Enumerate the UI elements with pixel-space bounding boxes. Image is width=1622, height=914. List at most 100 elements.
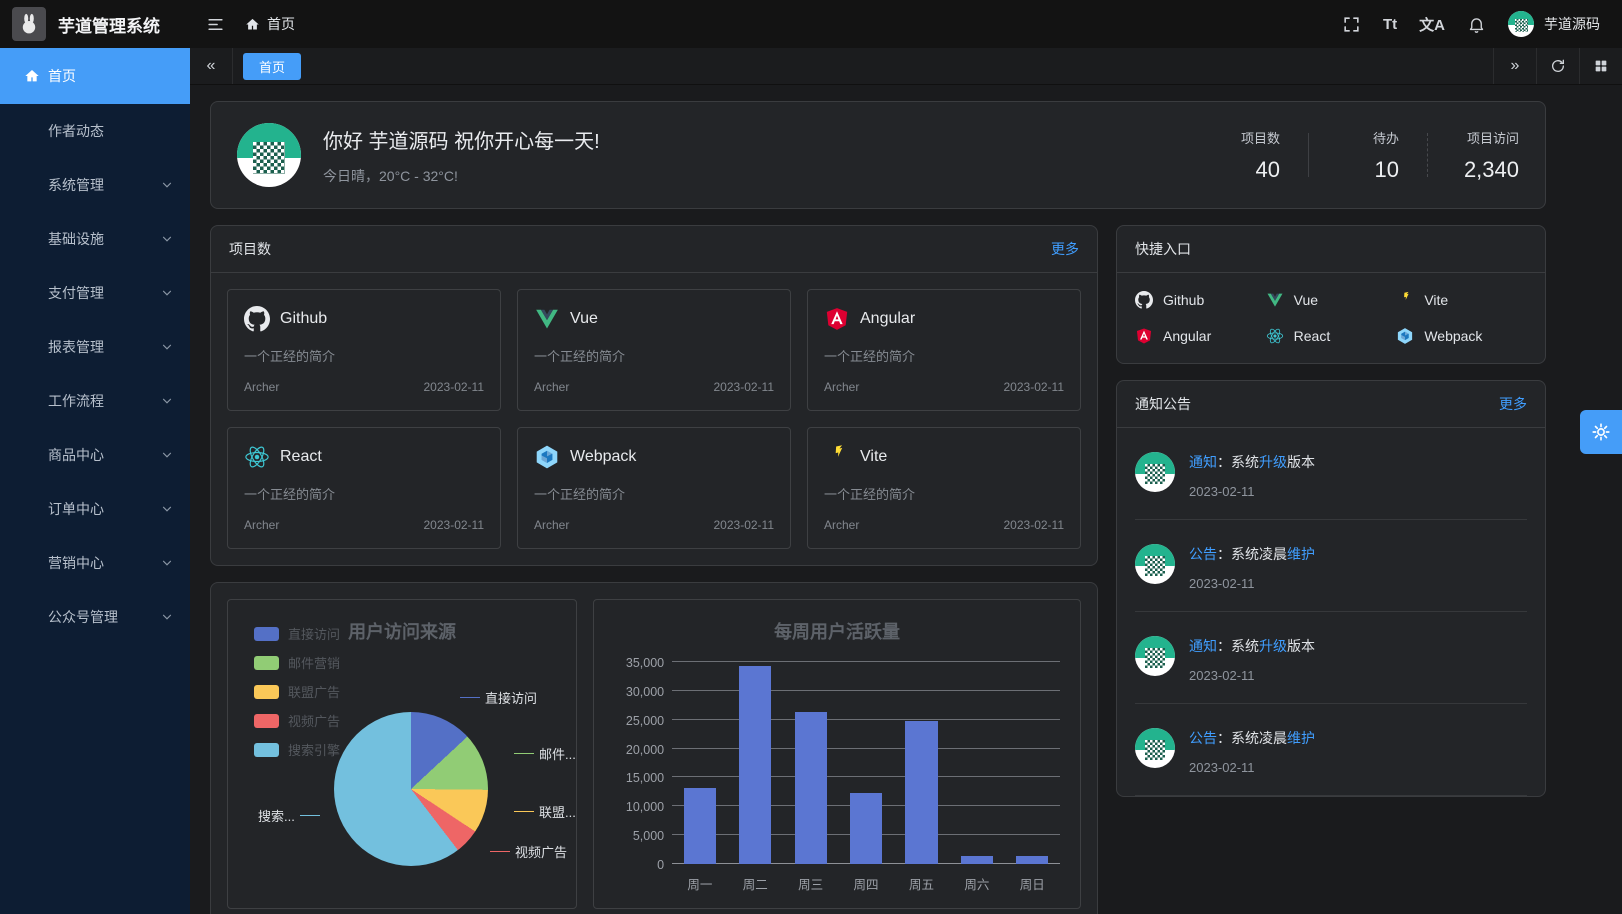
projects-card-title: 项目数 <box>229 239 271 259</box>
notices-more-link[interactable]: 更多 <box>1499 394 1527 414</box>
app-logo-rabbit-avatar[interactable] <box>12 7 46 41</box>
stat-项目访问: 项目访问2,340 <box>1457 128 1519 183</box>
sidebar-item-product[interactable]: 商品中心 <box>0 428 190 482</box>
project-name: React <box>280 448 322 466</box>
shortcut-angular[interactable]: Angular <box>1135 327 1266 345</box>
sidebar-item-system[interactable]: 系统管理 <box>0 158 190 212</box>
fullscreen-icon[interactable] <box>1342 15 1361 34</box>
notice-item-3[interactable]: 公告：系统凌晨维护2023-02-11 <box>1135 704 1527 796</box>
sidebar: 首页作者动态系统管理基础设施支付管理报表管理工作流程商品中心订单中心营销中心公众… <box>0 48 190 914</box>
bar-plot-area: 05,00010,00015,00020,00025,00030,00035,0… <box>672 662 1060 864</box>
chevron-down-icon <box>160 448 174 462</box>
shortcut-vite[interactable]: Vite <box>1396 291 1527 309</box>
shortcut-label: Github <box>1163 292 1204 308</box>
notice-item-0[interactable]: 通知：系统升级版本2023-02-11 <box>1135 428 1527 520</box>
username: 芋道源码 <box>1544 14 1600 34</box>
gridline-15000 <box>672 776 1060 777</box>
notice-date: 2023-02-11 <box>1189 484 1315 499</box>
bar-周五[interactable] <box>905 721 937 864</box>
sidebar-item-label: 公众号管理 <box>48 607 160 627</box>
projects-more-link[interactable]: 更多 <box>1051 239 1079 259</box>
project-card-webpack[interactable]: Webpack一个正经的简介Archer2023-02-11 <box>517 427 791 549</box>
font-size-icon[interactable]: Tt <box>1383 16 1397 33</box>
projects-card: 项目数 更多 Github一个正经的简介Archer2023-02-11Vue一… <box>210 225 1098 566</box>
bar-周一[interactable] <box>684 788 716 864</box>
project-date: 2023-02-11 <box>1004 380 1065 394</box>
legend-label: 搜索引擎 <box>288 740 340 759</box>
bell-icon[interactable] <box>1467 15 1486 34</box>
sidebar-item-report[interactable]: 报表管理 <box>0 320 190 374</box>
angular-icon <box>1135 327 1153 345</box>
main-content: 你好 芋道源码 祝你开心每一天! 今日晴，20°C - 32°C! 项目数40待… <box>190 85 1622 914</box>
legend-swatch <box>254 627 279 641</box>
y-axis-label-30000: 30,000 <box>606 685 664 699</box>
notice-avatar <box>1135 728 1175 768</box>
shortcut-react[interactable]: React <box>1266 327 1397 345</box>
sidebar-item-marketing[interactable]: 营销中心 <box>0 536 190 590</box>
shortcut-webpack[interactable]: Webpack <box>1396 327 1527 345</box>
legend-item-视频广告[interactable]: 视频广告 <box>254 711 340 730</box>
user-menu[interactable]: 芋道源码 <box>1508 11 1600 37</box>
chevron-down-icon <box>160 178 174 192</box>
shortcut-vue[interactable]: Vue <box>1266 291 1397 309</box>
breadcrumb-home[interactable]: 首页 <box>267 14 295 34</box>
webpack-icon <box>534 444 560 470</box>
project-card-react[interactable]: React一个正经的简介Archer2023-02-11 <box>227 427 501 549</box>
sidebar-item-icon-space <box>24 447 40 463</box>
topbar: 芋道管理系统 首页 Tt 文A 芋道源码 <box>0 0 1622 48</box>
legend-item-直接访问[interactable]: 直接访问 <box>254 624 340 643</box>
translate-icon[interactable]: 文A <box>1419 14 1445 35</box>
tab-首页[interactable]: 首页 <box>243 53 301 80</box>
vue-icon <box>534 306 560 332</box>
sidebar-item-label: 首页 <box>48 66 174 86</box>
sidebar-item-author[interactable]: 作者动态 <box>0 104 190 158</box>
notice-item-2[interactable]: 通知：系统升级版本2023-02-11 <box>1135 612 1527 704</box>
sidebar-item-icon-space <box>24 501 40 517</box>
project-card-angular[interactable]: Angular一个正经的简介Archer2023-02-11 <box>807 289 1081 411</box>
legend-swatch <box>254 656 279 670</box>
settings-fab[interactable] <box>1580 410 1622 454</box>
notice-item-1[interactable]: 公告：系统凌晨维护2023-02-11 <box>1135 520 1527 612</box>
sidebar-item-icon-space <box>24 285 40 301</box>
project-card-vue[interactable]: Vue一个正经的简介Archer2023-02-11 <box>517 289 791 411</box>
project-desc: 一个正经的简介 <box>534 484 774 503</box>
tabs-scroll-right-icon[interactable]: » <box>1493 48 1536 84</box>
legend-item-联盟广告[interactable]: 联盟广告 <box>254 682 340 701</box>
bar-周三[interactable] <box>795 712 827 864</box>
sidebar-item-pay[interactable]: 支付管理 <box>0 266 190 320</box>
layout-grid-icon[interactable] <box>1579 48 1622 84</box>
sidebar-item-order[interactable]: 订单中心 <box>0 482 190 536</box>
tabs-scroll-left-icon[interactable]: « <box>190 48 233 84</box>
sidebar-item-workflow[interactable]: 工作流程 <box>0 374 190 428</box>
bar-周四[interactable] <box>850 793 882 864</box>
project-author: Archer <box>244 518 279 532</box>
bar-周日[interactable] <box>1016 856 1048 864</box>
sidebar-item-mp[interactable]: 公众号管理 <box>0 590 190 644</box>
pie-legend: 直接访问邮件营销联盟广告视频广告搜索引擎 <box>254 624 340 769</box>
app-title: 芋道管理系统 <box>58 12 160 37</box>
legend-item-邮件营销[interactable]: 邮件营销 <box>254 653 340 672</box>
stat-label: 项目访问 <box>1457 128 1519 147</box>
y-axis-label-0: 0 <box>606 858 664 872</box>
bar-周二[interactable] <box>739 666 771 864</box>
refresh-icon[interactable] <box>1536 48 1579 84</box>
x-axis-label-周二: 周二 <box>728 874 783 893</box>
project-card-github[interactable]: Github一个正经的简介Archer2023-02-11 <box>227 289 501 411</box>
legend-swatch <box>254 714 279 728</box>
project-author: Archer <box>824 380 859 394</box>
sidebar-item-infra[interactable]: 基础设施 <box>0 212 190 266</box>
brand: 芋道管理系统 <box>0 7 190 41</box>
project-date: 2023-02-11 <box>424 380 485 394</box>
hamburger-menu-icon[interactable] <box>206 15 225 34</box>
legend-item-搜索引擎[interactable]: 搜索引擎 <box>254 740 340 759</box>
pie-slice-label-邮件营销: 邮件... <box>514 744 576 763</box>
shortcuts-card: 快捷入口 GithubVueViteAngularReactWebpack <box>1116 225 1546 364</box>
bar-周六[interactable] <box>961 856 993 864</box>
notice-title: 公告：系统凌晨维护 <box>1189 728 1315 748</box>
legend-swatch <box>254 743 279 757</box>
shortcut-github[interactable]: Github <box>1135 291 1266 309</box>
project-card-vite[interactable]: Vite一个正经的简介Archer2023-02-11 <box>807 427 1081 549</box>
sidebar-item-home[interactable]: 首页 <box>0 48 190 104</box>
pie-graphic[interactable] <box>334 712 488 866</box>
pie-chart-user-source: 用户访问来源直接访问邮件营销联盟广告视频广告搜索引擎直接访问邮件...联盟...… <box>227 599 577 909</box>
